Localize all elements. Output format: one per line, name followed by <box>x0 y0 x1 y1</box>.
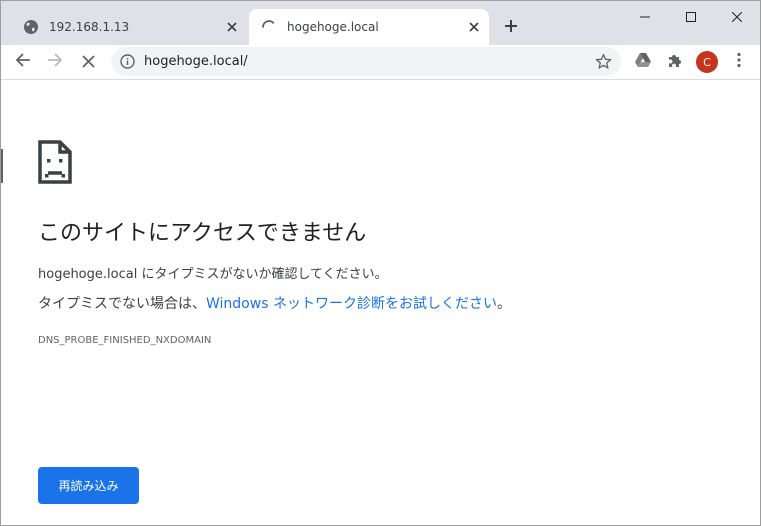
toolbar: hogehoge.local/ C <box>1 45 760 80</box>
back-button[interactable] <box>10 49 36 75</box>
menu-button[interactable] <box>726 49 752 75</box>
page-content: このサイトにアクセスできません hogehoge.local にタイプミスがない… <box>1 80 760 525</box>
minimize-button[interactable] <box>622 1 668 31</box>
google-drive-icon <box>634 52 652 72</box>
back-arrow-icon <box>15 52 31 72</box>
window-controls <box>622 1 760 31</box>
browser-window: 192.168.1.13 hogehoge.local hogehoge.loc… <box>0 0 761 526</box>
more-vert-icon <box>737 52 741 72</box>
reload-button[interactable]: 再読み込み <box>38 467 139 504</box>
google-drive-extension-button[interactable] <box>630 49 656 75</box>
close-icon <box>81 53 95 72</box>
error-suggestion-diagnostics: タイプミスでない場合は、Windows ネットワーク診断をお試しください。 <box>38 293 511 313</box>
error-suggestion-typo: hogehoge.local にタイプミスがないか確認してください。 <box>38 267 388 282</box>
maximize-icon <box>686 7 696 26</box>
maximize-button[interactable] <box>668 1 714 31</box>
address-bar[interactable]: hogehoge.local/ <box>111 47 621 76</box>
close-icon <box>731 7 743 26</box>
error-code: DNS_PROBE_FINISHED_NXDOMAIN <box>38 335 212 346</box>
url-text[interactable]: hogehoge.local/ <box>144 54 248 69</box>
close-icon[interactable] <box>223 18 241 36</box>
plus-icon <box>504 18 518 37</box>
window-close-button[interactable] <box>714 1 760 31</box>
tab-hogehoge-local[interactable]: hogehoge.local <box>249 9 489 45</box>
tab-192-168-1-13[interactable]: 192.168.1.13 <box>7 9 247 45</box>
error-title: このサイトにアクセスできません <box>38 221 367 246</box>
new-tab-button[interactable] <box>499 15 523 39</box>
globe-icon <box>23 19 39 35</box>
diagnostics-prefix: タイプミスでない場合は、 <box>38 296 206 312</box>
sad-page-icon <box>38 140 72 188</box>
scroll-edge-indicator <box>1 149 3 183</box>
close-icon[interactable] <box>465 18 483 36</box>
tab-title: 192.168.1.13 <box>49 20 130 34</box>
info-icon[interactable] <box>119 53 136 70</box>
puzzle-icon <box>667 52 683 72</box>
loading-spinner-icon <box>261 19 277 35</box>
minimize-icon <box>640 7 650 26</box>
forward-button[interactable] <box>42 49 68 75</box>
bookmark-star-icon[interactable] <box>595 53 612 70</box>
diagnostics-suffix: 。 <box>496 296 511 312</box>
windows-network-diagnostics-link[interactable]: Windows ネットワーク診断をお試しください <box>206 296 497 312</box>
tab-strip: 192.168.1.13 hogehoge.local <box>1 1 760 45</box>
stop-loading-button[interactable] <box>75 49 101 75</box>
forward-arrow-icon <box>47 52 63 72</box>
tab-title: hogehoge.local <box>287 20 379 34</box>
avatar[interactable]: C <box>696 51 718 73</box>
extensions-button[interactable] <box>662 49 688 75</box>
